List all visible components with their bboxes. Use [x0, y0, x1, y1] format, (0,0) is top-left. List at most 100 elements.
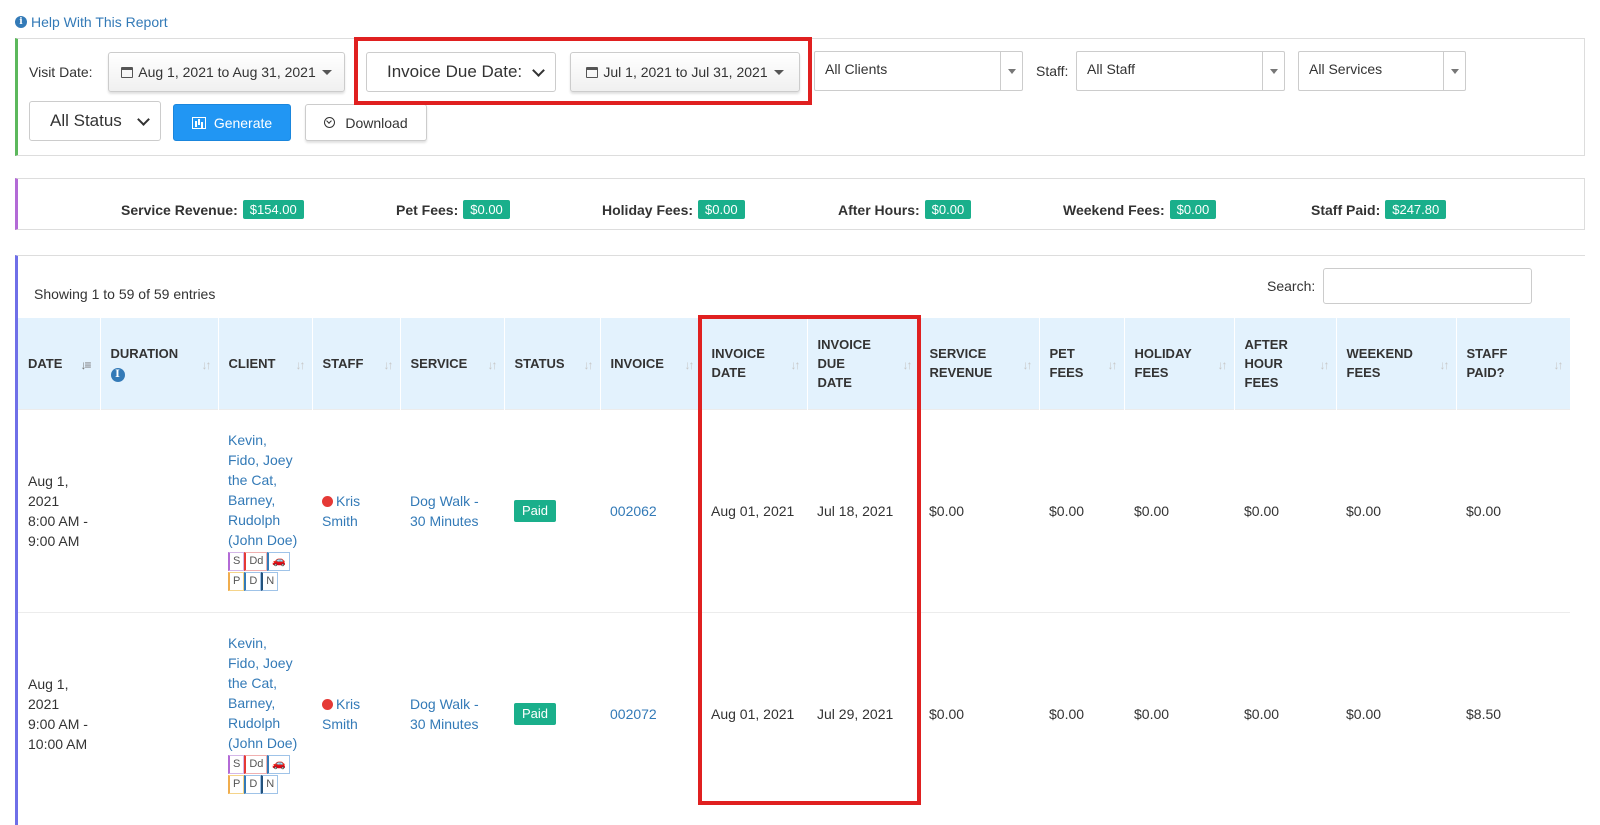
service-link[interactable]: Dog Walk - 30 Minutes — [410, 696, 479, 732]
cell-service: Dog Walk - 30 Minutes — [400, 408, 504, 612]
summary-label: Holiday Fees: — [602, 201, 694, 218]
col-header-invoice[interactable]: INVOICE ↓↑ — [600, 318, 702, 409]
summary-holiday-fees: Holiday Fees: $0.00 — [602, 200, 745, 219]
client-link[interactable]: Kevin, Fido, Joey the Cat, Barney, Rudol… — [228, 635, 297, 751]
summary-staff-paid: Staff Paid: $247.80 — [1311, 200, 1447, 219]
col-header-staff[interactable]: STAFF ↓↑ — [312, 318, 401, 409]
cell-service: Dog Walk - 30 Minutes — [400, 611, 504, 815]
col-header-after-hour-fees[interactable]: AFTER HOUR FEES ↓↑ — [1234, 318, 1337, 409]
client-text: Rudolph — [228, 714, 281, 731]
col-header-duration[interactable]: DURATION i ↓↑ — [100, 318, 219, 409]
date-text: Aug 1, — [28, 472, 69, 489]
caret-down-icon — [1450, 68, 1459, 74]
cell-weekend-fees: $0.00 — [1336, 408, 1456, 612]
download-button[interactable]: Download — [305, 104, 427, 141]
date-text: 2021 — [28, 492, 60, 509]
tag-dd: Dd — [244, 754, 268, 774]
summary-label: Service Revenue: — [121, 201, 238, 218]
cell-duration — [100, 611, 218, 815]
client-text: (John Doe) — [228, 531, 298, 548]
staff-text: Kris — [336, 695, 361, 712]
client-text: Kevin, — [228, 634, 267, 651]
staff-text: Kris — [336, 492, 361, 509]
caret-down-icon — [1269, 68, 1278, 74]
time-text: 10:00 AM — [28, 735, 88, 752]
sort-desc-icon: ↓≡ — [80, 358, 91, 373]
summary-pet-fees: Pet Fees: $0.00 — [396, 200, 510, 219]
cell-pet-fees: $0.00 — [1039, 408, 1124, 612]
visit-date-range-button[interactable]: Aug 1, 2021 to Aug 31, 2021 — [108, 52, 345, 92]
col-header-label: PET — [1049, 346, 1075, 362]
service-text: 30 Minutes — [410, 512, 479, 529]
invoice-link[interactable]: 002072 — [610, 706, 657, 722]
service-link[interactable]: Dog Walk - 30 Minutes — [410, 493, 479, 529]
visit-date-range-label: Aug 1, 2021 to Aug 31, 2021 — [138, 64, 316, 80]
col-header-pet-fees[interactable]: PET FEES ↓↑ — [1039, 318, 1125, 409]
client-text: Fido, Joey — [228, 451, 293, 468]
col-header-label: DURATION — [110, 346, 179, 362]
cell-client: Kevin, Fido, Joey the Cat, Barney, Rudol… — [218, 408, 312, 612]
summary-label: After Hours: — [838, 201, 920, 218]
search-input[interactable] — [1323, 268, 1532, 304]
client-text: the Cat, — [228, 674, 278, 691]
col-header-service-revenue[interactable]: SERVICE REVENUE ↓↑ — [919, 318, 1040, 409]
tag-n: N — [261, 774, 279, 794]
tag-s: S — [228, 754, 245, 774]
cell-date: Aug 1, 2021 8:00 AM - 9:00 AM — [18, 408, 100, 612]
help-link[interactable]: i Help With This Report — [15, 14, 168, 30]
sort-icon: ↓↑ — [201, 358, 212, 373]
col-header-label: REVENUE — [929, 365, 993, 381]
calendar-icon — [121, 66, 134, 78]
sort-icon: ↓↑ — [487, 358, 498, 373]
highlight-box-filters — [354, 37, 812, 105]
invoice-link[interactable]: 002062 — [610, 503, 657, 519]
cell-after-hour-fees: $0.00 — [1234, 611, 1336, 815]
bar-chart-icon — [191, 116, 206, 129]
services-select-label: All Services — [1309, 61, 1383, 77]
staff-text: Smith — [322, 715, 358, 732]
cell-pet-fees: $0.00 — [1039, 611, 1124, 815]
staff-select[interactable]: All Staff — [1076, 51, 1285, 91]
summary-weekend-fees: Weekend Fees: $0.00 — [1063, 200, 1217, 219]
info-icon[interactable]: i — [110, 368, 125, 383]
staff-link[interactable]: Kris Smith — [322, 493, 360, 529]
col-header-staff-paid[interactable]: STAFF PAID? ↓↑ — [1456, 318, 1571, 409]
col-header-holiday-fees[interactable]: HOLIDAY FEES ↓↑ — [1124, 318, 1235, 409]
cell-staff-paid: $8.50 — [1456, 611, 1570, 815]
cell-invoice: 002062 — [600, 408, 701, 612]
car-icon: 🚗 — [267, 754, 291, 774]
tag-dd: Dd — [244, 551, 268, 571]
tag-d: D — [244, 774, 262, 794]
cell-invoice: 002072 — [600, 611, 701, 815]
sort-icon: ↓↑ — [1107, 358, 1118, 373]
sort-icon: ↓↑ — [684, 358, 695, 373]
col-header-label: HOLIDAY — [1134, 346, 1192, 362]
cell-after-hour-fees: $0.00 — [1234, 408, 1336, 612]
col-header-label: CLIENT — [228, 355, 276, 371]
client-text: (John Doe) — [228, 734, 298, 751]
status-badge: Paid — [514, 499, 557, 522]
status-select[interactable]: All Status — [29, 101, 161, 141]
staff-link[interactable]: Kris Smith — [322, 696, 360, 732]
col-header-service[interactable]: SERVICE ↓↑ — [400, 318, 505, 409]
cell-staff-paid: $0.00 — [1456, 408, 1570, 612]
col-header-label: FEES — [1049, 365, 1084, 381]
staff-color-dot — [322, 495, 333, 507]
col-header-label: AFTER — [1244, 336, 1288, 352]
summary-panel: Service Revenue: $154.00 Pet Fees: $0.00… — [15, 178, 1585, 230]
time-text: 9:00 AM — [28, 532, 80, 549]
generate-button-label: Generate — [213, 114, 273, 131]
client-link[interactable]: Kevin, Fido, Joey the Cat, Barney, Rudol… — [228, 432, 297, 548]
col-header-weekend-fees[interactable]: WEEKEND FEES ↓↑ — [1336, 318, 1457, 409]
cell-service-revenue: $0.00 — [919, 408, 1039, 612]
col-header-status[interactable]: STATUS ↓↑ — [504, 318, 601, 409]
clients-select[interactable]: All Clients — [814, 51, 1023, 91]
services-select[interactable]: All Services — [1298, 51, 1466, 91]
cell-duration — [100, 408, 218, 612]
col-header-client[interactable]: CLIENT ↓↑ — [218, 318, 313, 409]
col-header-label: FEES — [1244, 374, 1279, 390]
staff-label: Staff: — [1036, 63, 1069, 79]
generate-button[interactable]: Generate — [173, 104, 291, 141]
col-header-date[interactable]: DATE ↓≡ — [18, 318, 101, 409]
search-label: Search: — [1267, 278, 1316, 294]
